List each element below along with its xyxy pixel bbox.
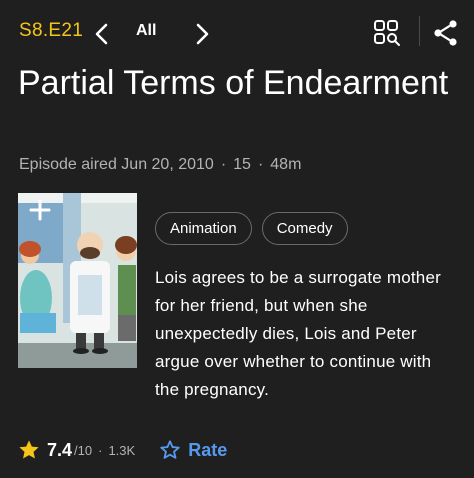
episode-code: S8.E21	[19, 20, 84, 41]
episode-meta: Episode aired Jun 20, 2010 · 15 · 48m	[19, 156, 301, 174]
grid-search-icon	[374, 20, 400, 46]
share-button[interactable]	[432, 18, 460, 48]
next-episode-button[interactable]	[188, 18, 216, 50]
meta-separator: ·	[220, 156, 227, 173]
all-episodes-link[interactable]: All	[136, 22, 156, 40]
meta-separator: ·	[257, 156, 264, 173]
chevron-right-icon	[196, 23, 209, 45]
runtime: 48m	[270, 156, 302, 173]
rating-scale: /10	[74, 442, 93, 458]
rating-separator: ·	[98, 442, 103, 458]
rate-button[interactable]: Rate	[159, 439, 227, 461]
star-outline-icon	[160, 440, 180, 459]
rating-row: 7.4 /10 · 1.3K Rate	[18, 436, 227, 464]
content-rating: 15	[233, 156, 251, 173]
add-to-watchlist-button[interactable]	[18, 193, 62, 243]
rating-votes: 1.3K	[108, 442, 136, 458]
genre-chips: Animation Comedy	[155, 212, 348, 245]
rating-score: 7.4	[47, 439, 73, 460]
genre-chip-animation[interactable]: Animation	[155, 212, 252, 245]
episode-title: Partial Terms of Endearment	[18, 64, 449, 102]
top-bar: S8.E21 All	[0, 0, 474, 66]
toolbar-divider	[419, 16, 420, 46]
episode-poster[interactable]	[18, 193, 137, 368]
plus-icon	[29, 199, 51, 221]
rate-label: Rate	[188, 439, 228, 460]
chevron-left-icon	[95, 23, 108, 45]
plot-summary: Lois agrees to be a surrogate mother for…	[155, 268, 441, 399]
previous-episode-button[interactable]	[88, 18, 116, 50]
air-date: Episode aired Jun 20, 2010	[19, 156, 214, 173]
share-icon	[434, 20, 457, 46]
genre-chip-comedy[interactable]: Comedy	[261, 212, 348, 245]
star-filled-icon	[19, 440, 39, 459]
grid-search-button[interactable]	[372, 18, 402, 48]
